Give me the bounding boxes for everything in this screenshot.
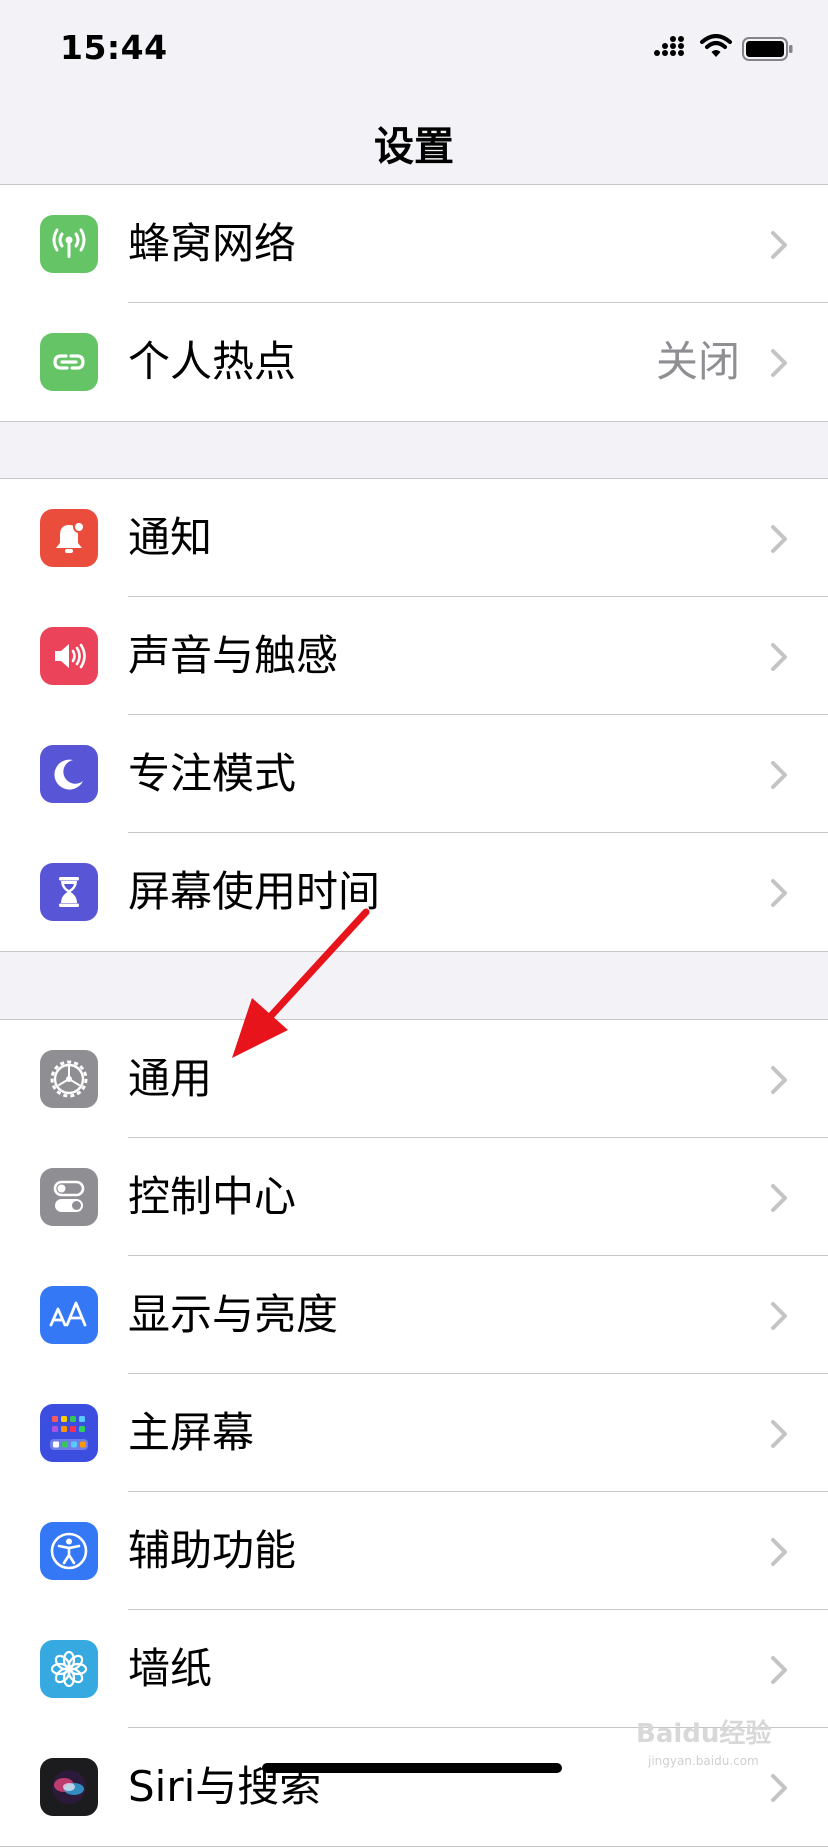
battery-icon — [742, 37, 793, 61]
watermark-url: jingyan.baidu.com — [648, 1754, 759, 1768]
chevron-right-icon — [771, 1184, 787, 1212]
chevron-right-icon — [771, 761, 787, 789]
status-time: 15:44 — [60, 28, 168, 67]
chevron-right-icon — [771, 1656, 787, 1684]
chevron-right-icon — [771, 643, 787, 671]
settings-row-label: 通用 — [128, 1054, 213, 1103]
settings-row-label: 控制中心 — [128, 1172, 297, 1221]
settings-group-notifications: 通知 声音与触感 专注模式 屏幕使用时间 — [0, 478, 828, 952]
chevron-right-icon — [771, 1302, 787, 1330]
settings-row-label: 屏幕使用时间 — [128, 867, 381, 916]
flower-icon — [40, 1640, 98, 1698]
settings-row-label: 蜂窝网络 — [128, 219, 297, 268]
settings-row-general[interactable]: 通用 — [0, 1020, 828, 1138]
settings-row-label: 显示与亮度 — [128, 1290, 339, 1339]
navigation-bar: 设置 — [0, 100, 828, 185]
text-size-aa-icon — [40, 1286, 98, 1344]
settings-row-control-center[interactable]: 控制中心 — [0, 1138, 828, 1256]
speaker-icon — [40, 627, 98, 685]
settings-row-sounds-haptics[interactable]: 声音与触感 — [0, 597, 828, 715]
settings-row-home-screen[interactable]: 主屏幕 — [0, 1374, 828, 1492]
settings-row-label: 个人热点 — [128, 337, 297, 386]
home-indicator[interactable] — [262, 1763, 562, 1773]
personal-hotspot-icon — [40, 333, 98, 391]
chevron-right-icon — [771, 349, 787, 377]
settings-row-focus[interactable]: 专注模式 — [0, 715, 828, 833]
settings-row-wallpaper[interactable]: 墙纸 — [0, 1610, 828, 1728]
accessibility-figure-icon — [40, 1522, 98, 1580]
toggle-switches-icon — [40, 1168, 98, 1226]
gear-icon — [40, 1050, 98, 1108]
cellular-antenna-icon — [40, 215, 98, 273]
cellular-signal-icon — [654, 36, 684, 56]
settings-row-label: 墙纸 — [128, 1644, 213, 1693]
settings-row-screen-time[interactable]: 屏幕使用时间 — [0, 833, 828, 951]
settings-row-label: 通知 — [128, 513, 213, 562]
chevron-right-icon — [771, 1774, 787, 1802]
moon-icon — [40, 745, 98, 803]
settings-row-cellular[interactable]: 蜂窝网络 — [0, 185, 828, 303]
page-title: 设置 — [374, 124, 454, 170]
siri-icon — [40, 1758, 98, 1816]
chevron-right-icon — [771, 525, 787, 553]
status-bar: 15:44 — [0, 0, 828, 100]
watermark: Baidu经验 — [636, 1719, 772, 1749]
hotspot-status-value: 关闭 — [655, 337, 740, 386]
settings-row-notifications[interactable]: 通知 — [0, 479, 828, 597]
chevron-right-icon — [771, 1420, 787, 1448]
chevron-right-icon — [771, 1538, 787, 1566]
chevron-right-icon — [771, 879, 787, 907]
settings-row-label: 专注模式 — [128, 749, 297, 798]
settings-row-label: Siri与搜索 — [128, 1762, 322, 1811]
settings-row-accessibility[interactable]: 辅助功能 — [0, 1492, 828, 1610]
hourglass-icon — [40, 863, 98, 921]
chevron-right-icon — [771, 231, 787, 259]
settings-group-connectivity: 蜂窝网络 个人热点 关闭 — [0, 185, 828, 422]
settings-row-label: 主屏幕 — [128, 1408, 255, 1457]
wifi-icon — [700, 34, 732, 57]
settings-row-display-brightness[interactable]: 显示与亮度 — [0, 1256, 828, 1374]
settings-row-label: 辅助功能 — [128, 1526, 297, 1575]
notification-bell-icon — [40, 509, 98, 567]
chevron-right-icon — [771, 1066, 787, 1094]
settings-row-label: 声音与触感 — [128, 631, 339, 680]
home-screen-grid-icon — [40, 1404, 98, 1462]
settings-row-personal-hotspot[interactable]: 个人热点 关闭 — [0, 303, 828, 421]
